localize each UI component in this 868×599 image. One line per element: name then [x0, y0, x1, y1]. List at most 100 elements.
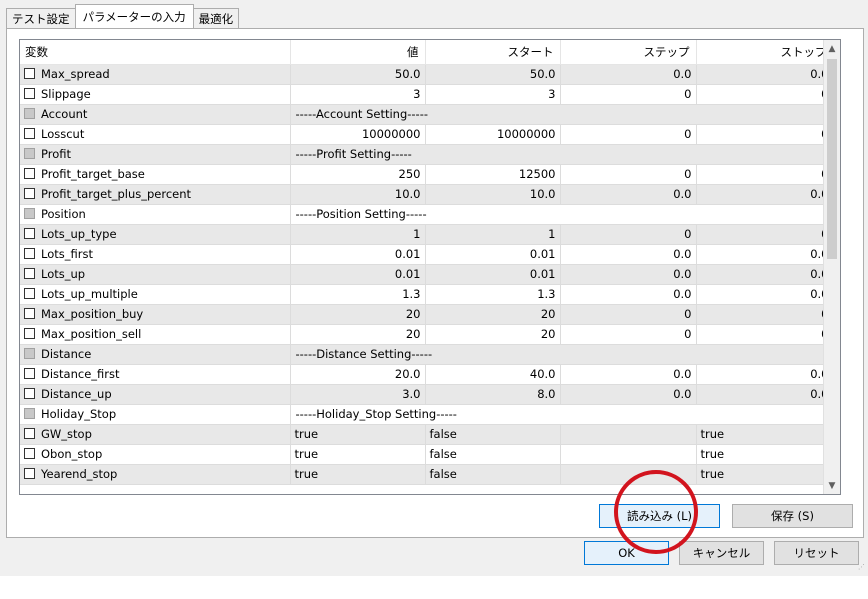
parameter-name-cell[interactable]: GW_stop — [20, 424, 291, 445]
parameter-name-cell[interactable]: Distance_up — [20, 384, 291, 405]
column-header-variable[interactable]: 変数 — [20, 40, 291, 65]
optimize-checkbox[interactable] — [24, 288, 35, 299]
table-row[interactable]: Profit_target_base2501250000 — [20, 164, 834, 185]
parameter-name-cell[interactable]: Obon_stop — [20, 444, 291, 465]
optimize-checkbox[interactable] — [24, 388, 35, 399]
start-cell[interactable]: 1.3 — [425, 284, 561, 305]
table-row[interactable]: Lots_up_multiple 1.3 1.3 0.0 0.0 — [20, 284, 834, 305]
start-cell[interactable]: false — [425, 464, 561, 485]
stop-cell[interactable]: 0 — [696, 124, 834, 145]
optimize-checkbox[interactable] — [24, 448, 35, 459]
parameter-name-cell[interactable]: Holiday_Stop — [20, 404, 291, 425]
stop-cell[interactable]: 0.0 — [696, 184, 834, 205]
parameter-name-cell[interactable]: Losscut — [20, 124, 291, 145]
stop-cell[interactable]: true — [696, 424, 834, 445]
value-cell[interactable]: 10000000 — [290, 124, 426, 145]
value-cell[interactable]: 0.01 — [290, 244, 426, 265]
section-row[interactable]: Distance -----Distance Setting----- — [20, 344, 834, 365]
scroll-up-arrow-icon[interactable]: ▲ — [824, 40, 840, 57]
table-row[interactable]: Max_spread 50.0 50.0 0.0 0.0 — [20, 64, 834, 85]
column-header-step[interactable]: ステップ — [560, 40, 697, 65]
parameter-name-cell[interactable]: Profit_target_plus_percent — [20, 184, 291, 205]
step-cell[interactable] — [560, 424, 697, 445]
tab-parameter-input[interactable]: パラメーターの入力 — [74, 4, 194, 28]
stop-cell[interactable]: 0 — [696, 324, 834, 345]
value-cell[interactable]: 0.01 — [290, 264, 426, 285]
column-header-stop[interactable]: ストップ — [696, 40, 834, 65]
value-cell[interactable]: true — [290, 424, 426, 445]
start-cell[interactable]: 50.0 — [425, 64, 561, 85]
optimize-checkbox[interactable] — [24, 428, 35, 439]
start-cell[interactable]: 3 — [425, 84, 561, 105]
table-row[interactable]: Slippage3300 — [20, 84, 834, 105]
optimize-checkbox[interactable] — [24, 308, 35, 319]
parameter-name-cell[interactable]: Lots_up — [20, 264, 291, 285]
parameter-name-cell[interactable]: Lots_first — [20, 244, 291, 265]
section-row[interactable]: Position -----Position Setting----- — [20, 204, 834, 225]
stop-cell[interactable]: 0 — [696, 164, 834, 185]
load-button[interactable]: 読み込み (L) — [599, 504, 720, 528]
step-cell[interactable]: 0 — [560, 124, 697, 145]
table-row[interactable]: GW_stop true false true — [20, 424, 834, 445]
start-cell[interactable]: 10.0 — [425, 184, 561, 205]
step-cell[interactable]: 0 — [560, 84, 697, 105]
table-row[interactable]: Max_position_sell202000 — [20, 324, 834, 345]
value-cell[interactable]: 20 — [290, 324, 426, 345]
parameter-name-cell[interactable]: Account — [20, 104, 291, 125]
stop-cell[interactable]: true — [696, 464, 834, 485]
stop-cell[interactable]: true — [696, 444, 834, 465]
step-cell[interactable]: 0.0 — [560, 264, 697, 285]
tab-test-settings[interactable]: テスト設定 — [6, 8, 76, 28]
cancel-button[interactable]: キャンセル — [679, 541, 764, 565]
optimize-checkbox[interactable] — [24, 88, 35, 99]
optimize-checkbox[interactable] — [24, 328, 35, 339]
start-cell[interactable]: 12500 — [425, 164, 561, 185]
value-cell[interactable]: 3 — [290, 84, 426, 105]
table-row[interactable]: Lots_up 0.01 0.01 0.0 0.0 — [20, 264, 834, 285]
column-header-value[interactable]: 値 — [290, 40, 426, 65]
parameter-name-cell[interactable]: Max_spread — [20, 64, 291, 85]
value-cell[interactable]: 20.0 — [290, 364, 426, 385]
value-cell[interactable]: 10.0 — [290, 184, 426, 205]
parameter-name-cell[interactable]: Lots_up_multiple — [20, 284, 291, 305]
section-row[interactable]: Profit -----Profit Setting----- — [20, 144, 834, 165]
optimize-checkbox[interactable] — [24, 248, 35, 259]
step-cell[interactable] — [560, 464, 697, 485]
optimize-checkbox[interactable] — [24, 188, 35, 199]
parameter-name-cell[interactable]: Position — [20, 204, 291, 225]
step-cell[interactable]: 0.0 — [560, 244, 697, 265]
table-row[interactable]: Lots_up_type1100 — [20, 224, 834, 245]
parameter-name-cell[interactable]: Distance_first — [20, 364, 291, 385]
start-cell[interactable]: false — [425, 444, 561, 465]
table-row[interactable]: Max_position_buy202000 — [20, 304, 834, 325]
stop-cell[interactable]: 0 — [696, 224, 834, 245]
stop-cell[interactable]: 0.0 — [696, 264, 834, 285]
table-row[interactable]: Distance_up 3.0 8.0 0.0 0.0 — [20, 384, 834, 405]
start-cell[interactable]: 0.01 — [425, 264, 561, 285]
section-row[interactable]: Account -----Account Setting----- — [20, 104, 834, 125]
step-cell[interactable]: 0.0 — [560, 64, 697, 85]
column-header-start[interactable]: スタート — [425, 40, 561, 65]
value-cell[interactable]: 250 — [290, 164, 426, 185]
parameter-name-cell[interactable]: Max_position_sell — [20, 324, 291, 345]
start-cell[interactable]: 10000000 — [425, 124, 561, 145]
table-row[interactable]: Distance_first 20.0 40.0 0.0 0.0 — [20, 364, 834, 385]
optimize-checkbox[interactable] — [24, 128, 35, 139]
step-cell[interactable]: 0.0 — [560, 364, 697, 385]
start-cell[interactable]: 1 — [425, 224, 561, 245]
optimize-checkbox[interactable] — [24, 368, 35, 379]
table-row[interactable]: Yearend_stop true false true — [20, 464, 834, 485]
value-cell[interactable]: true — [290, 464, 426, 485]
parameter-name-cell[interactable]: Slippage — [20, 84, 291, 105]
stop-cell[interactable]: 0.0 — [696, 244, 834, 265]
value-cell[interactable]: 3.0 — [290, 384, 426, 405]
parameter-name-cell[interactable]: Profit — [20, 144, 291, 165]
table-row[interactable]: Lots_first 0.01 0.01 0.0 0.0 — [20, 244, 834, 265]
start-cell[interactable]: 0.01 — [425, 244, 561, 265]
parameter-name-cell[interactable]: Max_position_buy — [20, 304, 291, 325]
section-row[interactable]: Holiday_Stop -----Holiday_Stop Setting---… — [20, 404, 834, 425]
step-cell[interactable]: 0.0 — [560, 284, 697, 305]
scrollbar-thumb[interactable] — [827, 59, 837, 259]
optimize-checkbox[interactable] — [24, 228, 35, 239]
table-row[interactable]: Obon_stop true false true — [20, 444, 834, 465]
